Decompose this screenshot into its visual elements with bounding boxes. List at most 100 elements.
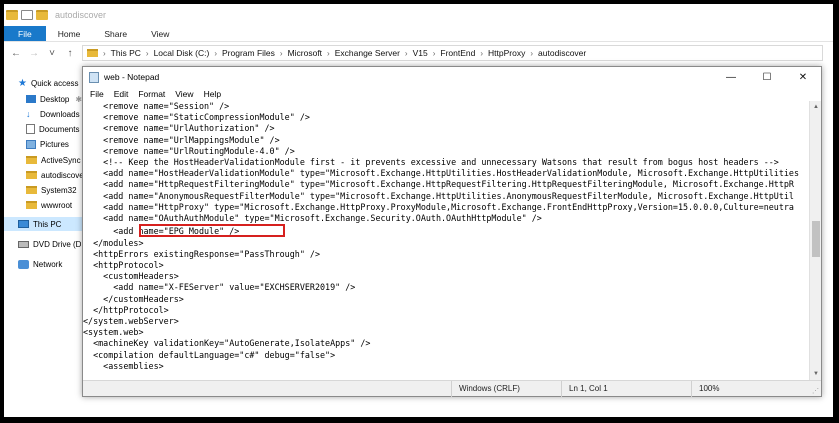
code-line: <remove name="Session" /> xyxy=(83,101,230,111)
tab-view[interactable]: View xyxy=(139,26,181,41)
code-line: <system.web> xyxy=(83,327,144,338)
up-arrow-icon[interactable]: ↑ xyxy=(64,48,76,59)
menu-edit[interactable]: Edit xyxy=(109,89,134,99)
dvd-icon xyxy=(18,240,29,248)
nav-item-quick-access[interactable]: ★ Quick access xyxy=(18,76,79,90)
code-line: <remove name="StaticCompressionModule" /… xyxy=(83,112,310,123)
breadcrumb-frontend[interactable]: FrontEnd xyxy=(440,48,475,58)
breadcrumb-program-files[interactable]: Program Files xyxy=(222,48,275,58)
code-line: <add name="AnonymousRequestFilterModule"… xyxy=(83,190,794,201)
status-divider xyxy=(691,381,692,397)
folder-icon xyxy=(6,10,18,20)
desktop-icon xyxy=(26,95,36,103)
menu-help[interactable]: Help xyxy=(199,89,226,99)
nav-item-autodiscover[interactable]: autodiscover xyxy=(26,168,86,182)
scroll-up-icon[interactable]: ▲ xyxy=(810,101,822,113)
nav-item-label: Quick access xyxy=(30,78,79,88)
computer-icon xyxy=(18,220,29,228)
tab-home[interactable]: Home xyxy=(46,26,93,41)
nav-item-wwwroot[interactable]: wwwroot xyxy=(26,198,72,212)
menu-view[interactable]: View xyxy=(170,89,198,99)
nav-item-label: autodiscover xyxy=(41,170,87,180)
resize-grip-icon[interactable]: ⋰ xyxy=(812,387,819,395)
pictures-icon xyxy=(26,139,36,149)
code-line: <remove name="UrlMappingsModule" /> xyxy=(83,134,280,145)
vertical-scrollbar[interactable]: ▲ ▼ xyxy=(809,101,821,380)
nav-item-label: Network xyxy=(33,259,63,269)
breadcrumb-v15[interactable]: V15 xyxy=(413,48,428,58)
close-button[interactable]: ✕ xyxy=(785,67,821,87)
chevron-right-icon: › xyxy=(145,48,149,58)
notepad-window: web - Notepad — ☐ ✕ File Edit Format Vie… xyxy=(82,66,822,397)
breadcrumb-local-disk[interactable]: Local Disk (C:) xyxy=(154,48,210,58)
recent-chevron-icon[interactable]: ˅ xyxy=(46,48,58,59)
breadcrumb-httpproxy[interactable]: HttpProxy xyxy=(488,48,525,58)
tab-share[interactable]: Share xyxy=(92,26,139,41)
maximize-button[interactable]: ☐ xyxy=(749,67,785,87)
nav-item-desktop[interactable]: Desktop ✱ xyxy=(26,92,82,106)
network-icon xyxy=(18,259,29,269)
new-folder-icon[interactable] xyxy=(36,10,48,20)
chevron-right-icon: › xyxy=(530,48,534,58)
code-line: <customHeaders> xyxy=(83,271,179,282)
code-line: <add name="HostHeaderValidationModule" t… xyxy=(83,168,799,179)
chevron-right-icon: › xyxy=(214,48,217,58)
text-editor[interactable]: <remove name="Session" /> <remove name="… xyxy=(83,101,809,380)
explorer-titlebar: autodiscover xyxy=(4,4,833,26)
chevron-right-icon: › xyxy=(103,48,106,58)
breadcrumb-autodiscover[interactable]: autodiscover xyxy=(538,48,586,58)
code-line: <add name="HttpRequestFilteringModule" t… xyxy=(83,179,794,190)
breadcrumb-this-pc[interactable]: This PC xyxy=(111,48,141,58)
status-bar: Windows (CRLF) Ln 1, Col 1 100% ⋰ xyxy=(83,380,821,397)
notepad-titlebar[interactable]: web - Notepad — ☐ ✕ xyxy=(83,67,821,87)
status-divider xyxy=(451,381,452,397)
folder-icon xyxy=(26,201,37,209)
code-line: <machineKey validationKey="AutoGenerate,… xyxy=(83,338,371,349)
download-icon: ↓ xyxy=(26,108,31,119)
minimize-button[interactable]: — xyxy=(713,67,749,87)
tab-file[interactable]: File xyxy=(4,26,46,41)
breadcrumb-microsoft[interactable]: Microsoft xyxy=(288,48,322,58)
documents-icon xyxy=(26,124,35,134)
code-line: <assemblies> xyxy=(83,360,164,371)
scroll-thumb[interactable] xyxy=(812,221,820,257)
back-arrow-icon[interactable]: ← xyxy=(10,48,22,59)
nav-item-system32[interactable]: System32 xyxy=(26,183,77,197)
star-icon: ★ xyxy=(18,77,27,89)
nav-item-documents[interactable]: Documents xyxy=(26,122,79,136)
status-zoom: 100% xyxy=(699,384,720,393)
nav-item-network[interactable]: Network xyxy=(18,257,62,271)
code-line: <add name="HttpProxy" type="Microsoft.Ex… xyxy=(83,201,794,212)
menu-format[interactable]: Format xyxy=(133,89,170,99)
chevron-right-icon: › xyxy=(480,48,484,58)
status-divider xyxy=(561,381,562,397)
code-line: <remove name="UrlRoutingModule-4.0" /> xyxy=(83,145,295,156)
nav-item-dvd-drive[interactable]: DVD Drive (D:) xyxy=(18,237,86,251)
nav-item-this-pc[interactable]: This PC xyxy=(4,217,82,231)
code-line: </system.webServer> xyxy=(83,316,179,326)
code-line: <add name="X-FEServer" value="EXCHSERVER… xyxy=(83,282,356,293)
nav-item-label: Downloads xyxy=(40,109,80,119)
nav-item-label: Documents xyxy=(39,124,80,134)
scroll-down-icon[interactable]: ▼ xyxy=(810,368,822,380)
forward-arrow-icon[interactable]: → xyxy=(28,48,40,59)
address-bar[interactable]: › This PC › Local Disk (C:) › Program Fi… xyxy=(82,45,823,61)
nav-item-label: wwwroot xyxy=(41,200,73,210)
status-cursor-position: Ln 1, Col 1 xyxy=(569,384,608,393)
navigation-pane: ★ Quick access Desktop ✱ ↓ Downloads Doc… xyxy=(4,68,86,417)
breadcrumb-exchange-server[interactable]: Exchange Server xyxy=(335,48,400,58)
code-line: <compilation defaultLanguage="c#" debug=… xyxy=(83,349,336,360)
code-line: </customHeaders> xyxy=(83,293,184,304)
properties-icon[interactable] xyxy=(21,10,33,20)
nav-item-downloads[interactable]: ↓ Downloads xyxy=(26,107,80,121)
nav-item-label: Pictures xyxy=(40,139,69,149)
folder-icon xyxy=(26,186,37,194)
folder-icon xyxy=(87,49,98,57)
nav-item-pictures[interactable]: Pictures xyxy=(26,137,69,151)
nav-item-label: DVD Drive (D:) xyxy=(33,239,87,249)
menu-file[interactable]: File xyxy=(85,89,109,99)
nav-item-activesync[interactable]: ActiveSync xyxy=(26,153,81,167)
chevron-right-icon: › xyxy=(404,48,408,58)
code-line: </httpProtocol> xyxy=(83,304,169,315)
chevron-right-icon: › xyxy=(327,48,330,58)
